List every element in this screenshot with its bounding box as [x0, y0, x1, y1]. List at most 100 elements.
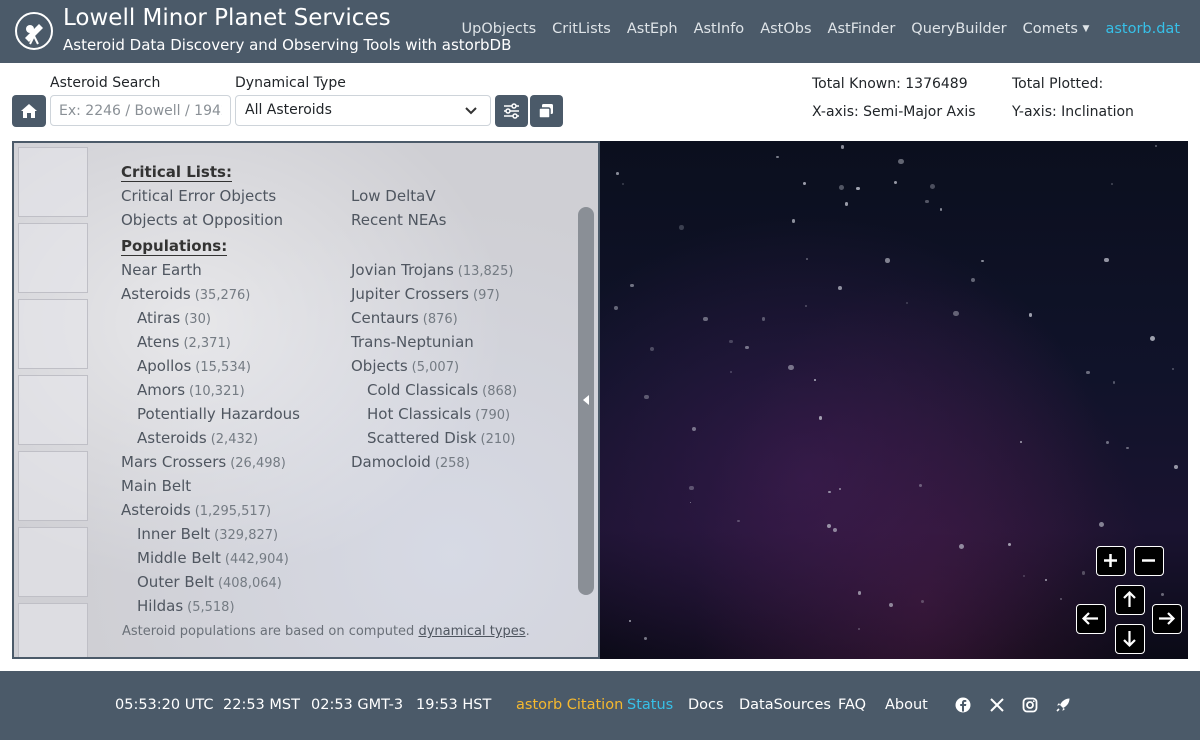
telescope-logo-icon[interactable]: [15, 12, 53, 50]
total-plotted: Total Plotted:: [1012, 76, 1104, 92]
star: [925, 199, 929, 204]
pop-count: (2,371): [183, 336, 231, 351]
chevron-down-icon: [465, 107, 477, 115]
hildas-link[interactable]: Hildas (5,518): [137, 597, 235, 615]
cold-classicals-link[interactable]: Cold Classicals (868): [367, 381, 517, 399]
thumbnail[interactable]: [18, 147, 88, 217]
pop-count: (210): [480, 432, 516, 447]
star: [844, 202, 849, 206]
nav-astfinder[interactable]: AstFinder: [828, 21, 896, 37]
star: [1086, 370, 1090, 375]
outer-belt-link[interactable]: Outer Belt (408,064): [137, 573, 282, 591]
about-link[interactable]: About: [885, 697, 928, 713]
pan-up-button[interactable]: [1115, 585, 1145, 615]
thumbnail[interactable]: [18, 451, 88, 521]
jupiter-crossers-link[interactable]: Jupiter Crossers (97): [351, 285, 500, 303]
star: [839, 488, 841, 490]
trans-neptunian-link[interactable]: Trans-Neptunian: [351, 333, 474, 351]
nav-astorb-dat[interactable]: astorb.dat: [1105, 21, 1180, 37]
main-belt-asteroids-link[interactable]: Asteroids (1,295,517): [121, 501, 271, 519]
star: [929, 184, 935, 190]
apollos-link[interactable]: Apollos (15,534): [137, 357, 251, 375]
thumbnail[interactable]: [18, 299, 88, 369]
thumbnail[interactable]: [18, 375, 88, 445]
nav-astobs[interactable]: AstObs: [760, 21, 811, 37]
star: [959, 543, 965, 550]
rocket-icon[interactable]: [1054, 696, 1072, 714]
inner-belt-link[interactable]: Inner Belt (329,827): [137, 525, 278, 543]
nav-comets-dropdown[interactable]: Comets ▼: [1023, 21, 1090, 37]
pop-name: Main Belt: [121, 477, 192, 495]
star: [644, 395, 649, 400]
x-icon[interactable]: [988, 696, 1006, 714]
arrow-right-icon: [1159, 612, 1176, 625]
pha-link[interactable]: Potentially Hazardous: [137, 405, 300, 423]
datasources-link[interactable]: DataSources: [739, 697, 831, 713]
thumbnail[interactable]: [18, 527, 88, 597]
home-button[interactable]: [12, 95, 46, 127]
star: [737, 519, 740, 523]
low-deltav-link[interactable]: Low DeltaV: [351, 187, 436, 205]
recent-neas-link[interactable]: Recent NEAs: [351, 211, 446, 229]
mars-crossers-link[interactable]: Mars Crossers (26,498): [121, 453, 286, 471]
thumbnail[interactable]: [18, 223, 88, 293]
zoom-in-button[interactable]: [1096, 546, 1126, 576]
critical-error-objects-link[interactable]: Critical Error Objects: [121, 187, 276, 205]
instagram-icon[interactable]: [1021, 696, 1039, 714]
damocloid-link[interactable]: Damocloid (258): [351, 453, 470, 471]
status-link[interactable]: Status: [627, 697, 673, 713]
pan-right-button[interactable]: [1152, 604, 1182, 634]
dynamical-types-link[interactable]: dynamical types: [418, 624, 525, 639]
pop-name: Hot Classicals: [367, 405, 472, 423]
middle-belt-link[interactable]: Middle Belt (442,904): [137, 549, 289, 567]
main-belt-link[interactable]: Main Belt: [121, 477, 191, 495]
tno-objects-link[interactable]: Objects (5,007): [351, 357, 459, 375]
nav-upobjects[interactable]: UpObjects: [462, 21, 537, 37]
pan-down-button[interactable]: [1115, 624, 1145, 654]
nav-critlists[interactable]: CritLists: [552, 21, 611, 37]
copy-button[interactable]: [530, 95, 563, 127]
atens-link[interactable]: Atens (2,371): [137, 333, 231, 351]
amors-link[interactable]: Amors (10,321): [137, 381, 245, 399]
nav-asteph[interactable]: AstEph: [627, 21, 678, 37]
dynamical-type-select[interactable]: All Asteroids: [235, 95, 491, 126]
jovian-trojans-link[interactable]: Jovian Trojans (13,825): [351, 261, 513, 279]
brand-title[interactable]: Lowell Minor Planet Services: [63, 5, 391, 31]
docs-link[interactable]: Docs: [688, 697, 724, 713]
near-earth-link[interactable]: Near Earth: [121, 261, 202, 279]
plus-icon: [1104, 554, 1117, 567]
atiras-link[interactable]: Atiras (30): [137, 309, 211, 327]
total-known: Total Known: 1376489: [812, 76, 968, 92]
collapse-left-icon[interactable]: [580, 393, 592, 407]
hot-classicals-link[interactable]: Hot Classicals (790): [367, 405, 510, 423]
arrow-down-icon: [1123, 631, 1136, 648]
faq-link[interactable]: FAQ: [838, 697, 866, 713]
orbit-plot-area[interactable]: [600, 141, 1188, 659]
star: [729, 370, 732, 373]
scattered-disk-link[interactable]: Scattered Disk (210): [367, 429, 516, 447]
star: [806, 258, 809, 261]
pha-asteroids-link[interactable]: Asteroids (2,432): [137, 429, 258, 447]
clock-mst: 22:53 MST: [223, 697, 300, 713]
dynamical-type-value: All Asteroids: [245, 102, 332, 118]
pan-left-button[interactable]: [1076, 604, 1106, 634]
nav-querybuilder[interactable]: QueryBuilder: [911, 21, 1006, 37]
zoom-out-button[interactable]: [1134, 546, 1164, 576]
astorb-citation-link[interactable]: astorb Citation: [516, 697, 623, 713]
star: [1111, 183, 1113, 186]
star: [1160, 592, 1165, 597]
nea-asteroids-link[interactable]: Asteroids (35,276): [121, 285, 250, 303]
objects-at-opposition-link[interactable]: Objects at Opposition: [121, 211, 283, 229]
facebook-icon[interactable]: [954, 696, 972, 714]
star: [643, 637, 647, 641]
star: [803, 181, 806, 185]
star: [1099, 522, 1105, 528]
filter-settings-button[interactable]: [495, 95, 528, 127]
x-axis-info: X-axis: Semi-Major Axis: [812, 104, 976, 120]
arrow-up-icon: [1123, 590, 1136, 607]
thumbnail[interactable]: [18, 603, 88, 657]
nav-astinfo[interactable]: AstInfo: [694, 21, 745, 37]
star: [613, 306, 618, 310]
centaurs-link[interactable]: Centaurs (876): [351, 309, 458, 327]
asteroid-search-input[interactable]: [50, 95, 231, 126]
